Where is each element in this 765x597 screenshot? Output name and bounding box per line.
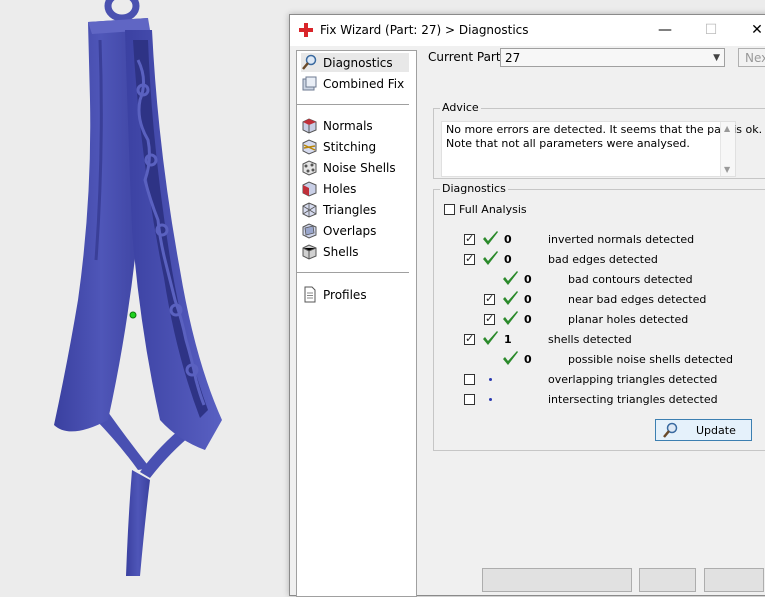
sidebar-item-overlaps[interactable]: Overlaps <box>301 221 409 240</box>
sidebar-item-normals[interactable]: Normals <box>301 116 409 135</box>
sidebar-item-label: Noise Shells <box>323 160 396 175</box>
diagnostics-checkbox[interactable] <box>464 374 475 385</box>
full-analysis-checkbox[interactable] <box>444 204 455 215</box>
sidebar-item-label: Holes <box>323 181 357 196</box>
diagnostics-count: 0 <box>524 313 532 326</box>
pending-dot-icon <box>489 398 492 401</box>
stitching-cube-icon <box>302 139 317 155</box>
diagnostics-text: possible noise shells detected <box>568 353 734 366</box>
bottom-close-button[interactable] <box>639 568 696 592</box>
green-check-icon <box>503 291 518 305</box>
update-button-label: Update <box>696 424 736 437</box>
sidebar-item-noise-shells[interactable]: Noise Shells <box>301 158 409 177</box>
combined-fix-icon <box>302 76 317 91</box>
triangles-cube-icon <box>302 202 317 218</box>
sidebar-item-label: Diagnostics <box>323 55 393 70</box>
diagnostics-checkbox[interactable] <box>464 394 475 405</box>
normals-cube-icon <box>302 118 317 134</box>
diagnostics-text: inverted normals detected <box>548 233 695 246</box>
sidebar-item-holes[interactable]: Holes <box>301 179 409 198</box>
sidebar-divider <box>297 272 409 273</box>
fix-wizard-dialog: Fix Wizard (Part: 27) > Diagnostics — ☐ … <box>289 14 765 597</box>
update-button[interactable]: Update <box>655 419 752 441</box>
scroll-up-icon[interactable]: ▲ <box>724 124 730 133</box>
red-cross-icon <box>299 23 313 37</box>
green-check-icon <box>483 331 498 345</box>
bottom-action-button[interactable] <box>482 568 632 592</box>
diagnostics-checkbox[interactable] <box>484 312 495 325</box>
chevron-down-icon: ▼ <box>713 53 720 63</box>
overlaps-cube-icon <box>302 223 317 239</box>
advice-text-line-2: Note that not all parameters were analys… <box>446 137 690 150</box>
diagnostics-count: 0 <box>504 233 512 246</box>
green-check-icon <box>503 351 518 365</box>
advice-scrollbar[interactable]: ▲ ▼ <box>720 122 735 176</box>
current-part-value: 27 <box>505 51 521 65</box>
title-bar[interactable]: Fix Wizard (Part: 27) > Diagnostics — ☐ … <box>290 15 765 46</box>
green-check-icon <box>503 271 518 285</box>
diagnostics-text: planar holes detected <box>568 313 689 326</box>
diagnostics-checkbox[interactable] <box>464 232 475 245</box>
sidebar-item-label: Stitching <box>323 139 377 154</box>
diagnostics-count: 0 <box>524 353 532 366</box>
current-part-dropdown[interactable]: 27 ▼ <box>500 48 725 67</box>
sidebar-item-profiles[interactable]: Profiles <box>301 285 409 304</box>
window-title: Fix Wizard (Part: 27) > Diagnostics <box>320 23 529 37</box>
sidebar-divider <box>297 104 409 105</box>
minimize-button[interactable]: — <box>642 15 688 46</box>
pending-dot-icon <box>489 378 492 381</box>
bottom-help-button[interactable] <box>704 568 764 592</box>
sidebar-item-label: Profiles <box>323 287 367 302</box>
diagnostics-text: shells detected <box>548 333 632 346</box>
advice-text-line-1: No more errors are detected. It seems th… <box>446 123 763 136</box>
shells-cube-icon <box>302 244 317 260</box>
diagnostics-text: near bad edges detected <box>568 293 707 306</box>
sidebar-item-shells[interactable]: Shells <box>301 242 409 261</box>
diagnostics-count: 0 <box>504 253 512 266</box>
magnifier-icon <box>302 54 317 70</box>
wizard-sidebar: Diagnostics Combined Fix Normals Stitchi <box>296 50 417 597</box>
sidebar-item-label: Shells <box>323 244 359 259</box>
diagnostics-group-label: Diagnostics <box>440 182 508 195</box>
full-analysis-label: Full Analysis <box>459 203 527 216</box>
advice-textbox[interactable]: No more errors are detected. It seems th… <box>441 121 762 177</box>
close-button[interactable]: ✕ <box>734 15 765 46</box>
green-check-icon <box>483 231 498 245</box>
sidebar-item-label: Normals <box>323 118 373 133</box>
diagnostics-text: bad edges detected <box>548 253 658 266</box>
sidebar-item-label: Combined Fix <box>323 76 405 91</box>
noise-shells-icon <box>302 160 317 176</box>
diagnostics-count: 0 <box>524 293 532 306</box>
magnifier-icon <box>663 422 678 438</box>
sidebar-item-stitching[interactable]: Stitching <box>301 137 409 156</box>
diagnostics-checkbox[interactable] <box>464 332 475 345</box>
sidebar-item-label: Triangles <box>323 202 377 217</box>
sidebar-item-combined-fix[interactable]: Combined Fix <box>301 74 409 93</box>
sidebar-item-label: Overlaps <box>323 223 377 238</box>
holes-cube-icon <box>302 181 317 197</box>
sidebar-item-triangles[interactable]: Triangles <box>301 200 409 219</box>
green-check-icon <box>503 311 518 325</box>
diagnostics-count: 1 <box>504 333 512 346</box>
selection-marker <box>129 311 137 319</box>
diagnostics-text: bad contours detected <box>568 273 693 286</box>
diagnostics-checkbox[interactable] <box>484 292 495 305</box>
maximize-button[interactable]: ☐ <box>688 15 734 46</box>
diagnostics-text: overlapping triangles detected <box>548 373 718 386</box>
next-button[interactable]: Next <box>738 48 765 67</box>
scroll-down-icon[interactable]: ▼ <box>724 165 730 174</box>
advice-group-label: Advice <box>440 101 481 114</box>
diagnostics-text: intersecting triangles detected <box>548 393 718 406</box>
diagnostics-count: 0 <box>524 273 532 286</box>
sidebar-item-diagnostics[interactable]: Diagnostics <box>301 53 409 72</box>
green-check-icon <box>483 251 498 265</box>
profiles-document-icon <box>304 286 316 303</box>
diagnostics-checkbox[interactable] <box>464 252 475 265</box>
current-part-label: Current Part: <box>428 50 505 64</box>
